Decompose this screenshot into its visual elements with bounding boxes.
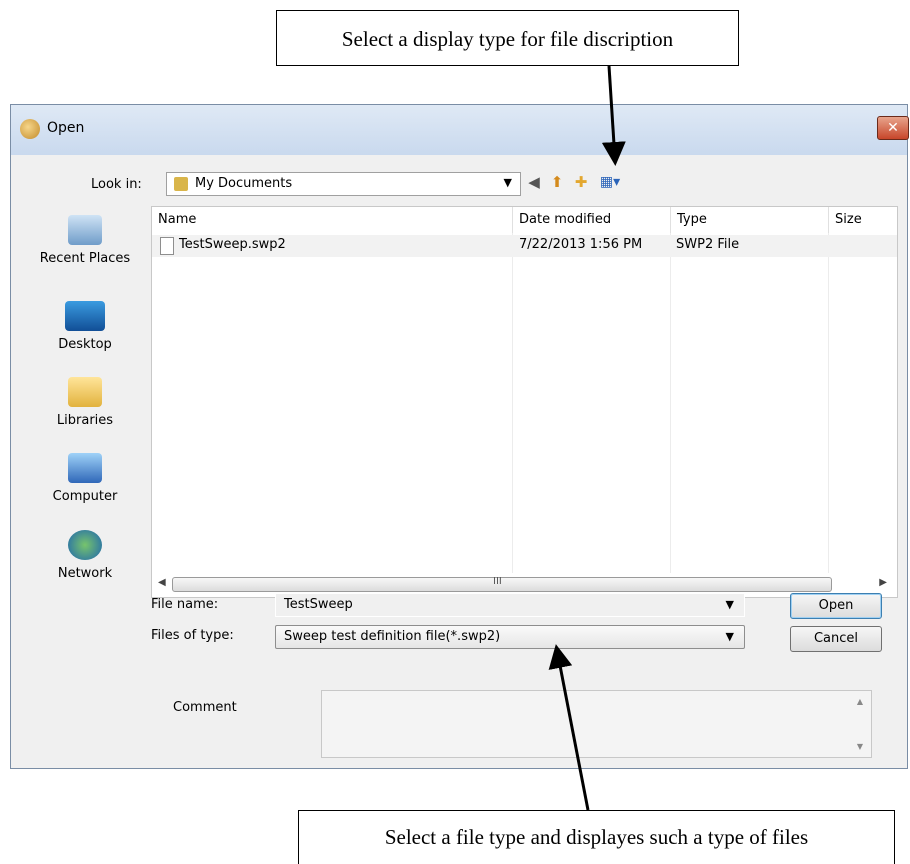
- horizontal-scrollbar[interactable]: ◀ III ▶: [154, 575, 895, 595]
- table-row[interactable]: TestSweep.swp2 7/22/2013 1:56 PM SWP2 Fi…: [152, 235, 897, 257]
- place-recent-places[interactable]: Recent Places: [21, 215, 149, 266]
- file-date-cell: 7/22/2013 1:56 PM: [519, 237, 643, 252]
- scroll-up-icon[interactable]: ▲: [857, 697, 863, 706]
- app-icon: [20, 119, 40, 139]
- place-desktop[interactable]: Desktop: [21, 301, 149, 352]
- file-icon: [160, 237, 174, 255]
- files-of-type-select[interactable]: Sweep test definition file(*.swp2) ▼: [275, 625, 745, 649]
- folder-icon: [174, 177, 188, 191]
- new-folder-icon[interactable]: ✚: [570, 171, 592, 193]
- chevron-down-icon[interactable]: ▼: [726, 594, 734, 616]
- look-in-label: Look in:: [91, 177, 142, 192]
- scroll-thumb[interactable]: III: [172, 576, 832, 592]
- scroll-left-icon[interactable]: ◀: [158, 577, 166, 588]
- scroll-down-icon[interactable]: ▼: [857, 742, 863, 751]
- place-libraries[interactable]: Libraries: [21, 377, 149, 428]
- place-label: Network: [57, 566, 113, 581]
- column-divider: [512, 233, 513, 573]
- look-in-select[interactable]: My Documents ▼: [166, 172, 521, 196]
- files-of-type-value: Sweep test definition file(*.swp2): [284, 629, 501, 644]
- column-header-size[interactable]: Size: [828, 207, 897, 233]
- chevron-down-icon: ▼: [503, 176, 512, 189]
- back-icon[interactable]: ◀: [523, 171, 545, 193]
- file-name-value: TestSweep: [284, 597, 353, 612]
- file-name-label: File name:: [151, 597, 219, 612]
- chevron-down-icon: ▼: [725, 630, 734, 643]
- files-of-type-label: Files of type:: [151, 628, 234, 643]
- title-bar[interactable]: Open ✕: [11, 105, 909, 155]
- place-label: Desktop: [58, 337, 112, 352]
- desktop-icon: [65, 301, 105, 331]
- look-in-value: My Documents: [195, 176, 293, 191]
- column-header-name[interactable]: Name: [152, 207, 512, 233]
- file-list[interactable]: Name Date modified Type Size TestSweep.s…: [151, 206, 898, 598]
- file-name-cell: TestSweep.swp2: [179, 237, 286, 252]
- view-menu-icon[interactable]: ▦▾: [593, 171, 627, 193]
- column-divider: [828, 233, 829, 573]
- column-header-type[interactable]: Type: [670, 207, 828, 233]
- file-name-field[interactable]: TestSweep ▼: [275, 593, 745, 617]
- annotation-bottom: Select a file type and displayes such a …: [298, 810, 895, 864]
- recent-places-icon: [68, 215, 102, 245]
- place-label: Computer: [52, 489, 118, 504]
- annotation-top: Select a display type for file discripti…: [276, 10, 739, 66]
- scroll-grip: III: [493, 576, 502, 587]
- open-dialog: Open ✕ Look in: My Documents ▼ ◀ ⬆ ✚ ▦▾ …: [10, 104, 909, 769]
- column-divider: [670, 233, 671, 573]
- up-folder-icon[interactable]: ⬆: [546, 171, 568, 193]
- libraries-icon: [68, 377, 102, 407]
- file-type-cell: SWP2 File: [676, 237, 740, 252]
- open-button[interactable]: Open: [790, 593, 882, 619]
- computer-icon: [68, 453, 102, 483]
- dialog-title: Open: [47, 120, 85, 136]
- scroll-right-icon[interactable]: ▶: [879, 577, 887, 588]
- place-label: Recent Places: [39, 251, 131, 266]
- column-header-date[interactable]: Date modified: [512, 207, 670, 233]
- network-icon: [68, 530, 102, 560]
- close-button[interactable]: ✕: [877, 116, 909, 140]
- cancel-button[interactable]: Cancel: [790, 626, 882, 652]
- place-network[interactable]: Network: [21, 530, 149, 581]
- comment-box[interactable]: ▲ ▼: [321, 690, 872, 758]
- comment-label: Comment: [173, 700, 237, 715]
- place-label: Libraries: [56, 413, 114, 428]
- place-computer[interactable]: Computer: [21, 453, 149, 504]
